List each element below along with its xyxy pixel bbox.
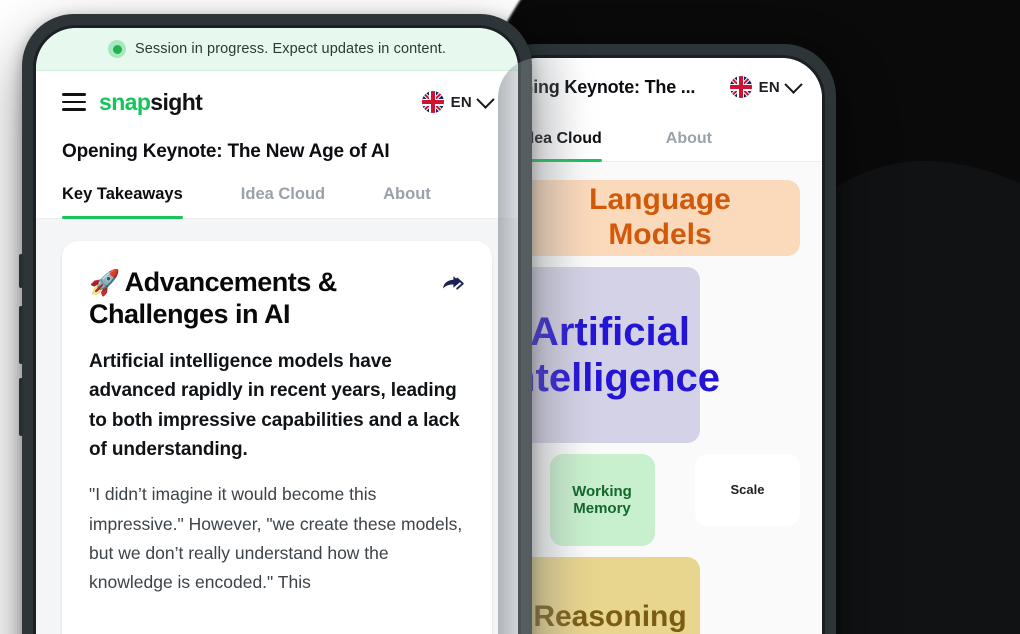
tab-about[interactable]: About	[383, 185, 431, 218]
takeaways-panel: 🚀 Advancements & Challenges in AI Artific…	[36, 219, 518, 634]
back-tab-about[interactable]: About	[666, 130, 712, 161]
idea-cloud-panel: Language Models Artificial Intelligence Wo…	[498, 162, 822, 634]
takeaway-card-title-text: Advancements & Challenges in AI	[89, 267, 337, 329]
chevron-down-icon	[784, 74, 803, 94]
idea-cloud-grid: Language Models Artificial Intelligence Wo…	[500, 180, 800, 634]
idea-cloud-tile[interactable]: Working Memory	[549, 454, 655, 546]
live-dot-icon	[108, 40, 126, 58]
app-logo[interactable]: snapsight	[99, 88, 203, 116]
idea-cloud-tile[interactable]: Artificial Intelligence	[500, 267, 720, 443]
hamburger-menu-icon[interactable]	[62, 93, 86, 111]
tab-idea-cloud[interactable]: Idea Cloud	[241, 185, 325, 218]
uk-flag-icon	[421, 91, 444, 113]
back-appbar: Opening Keynote: The ... EN	[498, 58, 822, 116]
takeaway-card-summary: Artificial intelligence models have adva…	[89, 350, 460, 461]
device-button-volume-up	[19, 306, 23, 364]
phone-bezel-front: Session in progress. Expect updates in c…	[33, 25, 521, 634]
logo-text-secondary: sight	[150, 88, 203, 115]
back-tab-idea-cloud[interactable]: Idea Cloud	[498, 130, 602, 162]
idea-cloud-tile[interactable]: Language Models	[520, 180, 800, 256]
takeaway-card-title: 🚀 Advancements & Challenges in AI	[89, 267, 427, 331]
rocket-icon: 🚀	[89, 269, 120, 297]
takeaway-card: 🚀 Advancements & Challenges in AI Artific…	[62, 241, 492, 634]
language-label: EN	[450, 93, 472, 111]
brand-group: snapsight	[62, 88, 203, 116]
language-selector[interactable]: EN	[421, 89, 495, 113]
chevron-down-icon	[476, 89, 495, 109]
phone-device-front: Session in progress. Expect updates in c…	[19, 14, 532, 634]
phone-device-back: Opening Keynote: The ... EN Idea Cloud A…	[484, 44, 836, 634]
back-language-selector[interactable]: EN	[729, 74, 803, 98]
tab-bar: Key Takeaways Idea Cloud About	[36, 185, 518, 219]
logo-text-primary: snap	[99, 88, 151, 115]
takeaway-card-quote: "I didn’t imagine it would become this i…	[89, 484, 463, 593]
phone-screen-front: Session in progress. Expect updates in c…	[36, 28, 518, 634]
scene: Opening Keynote: The ... EN Idea Cloud A…	[0, 0, 1020, 634]
tab-key-takeaways[interactable]: Key Takeaways	[62, 185, 183, 219]
device-button-volume-down	[19, 378, 23, 436]
idea-cloud-tile[interactable]: Scale	[695, 454, 800, 526]
idea-cloud-tile[interactable]: Reasoning	[520, 557, 700, 634]
session-status-text: Session in progress. Expect updates in c…	[135, 41, 446, 57]
session-status-banner: Session in progress. Expect updates in c…	[36, 28, 518, 71]
share-arrow-icon[interactable]	[441, 273, 465, 295]
back-language-label: EN	[758, 78, 780, 96]
page-title: Opening Keynote: The New Age of AI	[62, 141, 390, 162]
back-tab-bar: Idea Cloud About	[498, 130, 822, 162]
uk-flag-icon	[729, 76, 752, 98]
takeaway-card-header: 🚀 Advancements & Challenges in AI	[89, 267, 465, 331]
phone-bezel-back: Opening Keynote: The ... EN Idea Cloud A…	[495, 55, 825, 634]
phone-screen-back: Opening Keynote: The ... EN Idea Cloud A…	[498, 58, 822, 634]
front-appbar: snapsight EN	[36, 71, 518, 133]
device-button-mute	[19, 254, 23, 288]
